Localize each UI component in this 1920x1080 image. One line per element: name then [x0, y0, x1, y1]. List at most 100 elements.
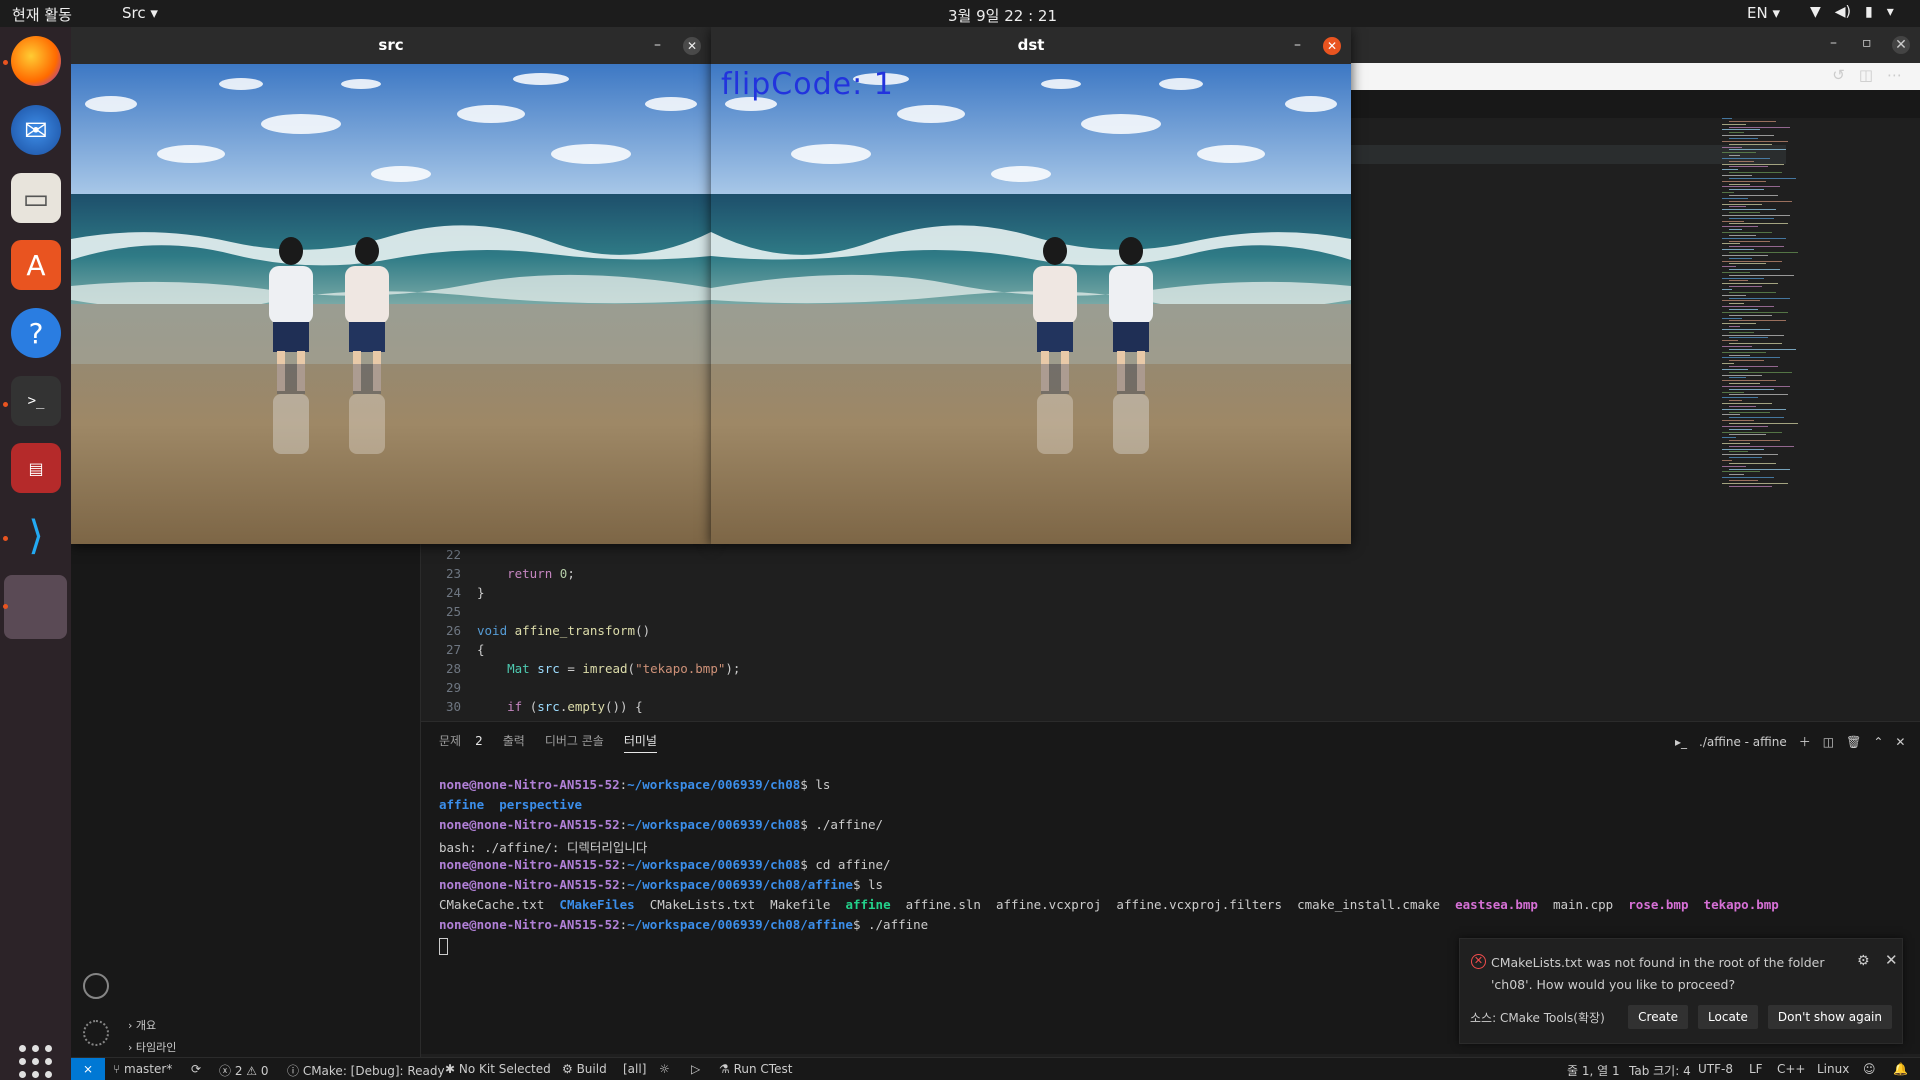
close-panel-icon[interactable]: ✕	[1895, 735, 1905, 749]
tab-output[interactable]: 출력	[503, 732, 525, 753]
feedback-icon[interactable]: ☺	[1863, 1062, 1876, 1076]
trash-icon[interactable]: 🗑	[1846, 735, 1861, 749]
minimize-icon[interactable]: –	[1830, 35, 1837, 51]
minimap-line	[1729, 177, 1796, 179]
minimap-line	[1722, 368, 1748, 370]
bell-icon[interactable]: 🔔	[1893, 1062, 1908, 1076]
close-icon[interactable]: ✕	[1892, 36, 1910, 54]
tab-debug-console[interactable]: 디버그 콘솔	[545, 732, 604, 753]
minimap-line	[1729, 462, 1776, 464]
thunderbird-icon[interactable]: ✉	[11, 105, 61, 155]
build-target[interactable]: [all]	[623, 1062, 646, 1076]
child-right-reflection	[1037, 394, 1073, 454]
terminal-icon[interactable]: >_	[11, 376, 61, 426]
problems-indicator[interactable]: ⓧ 2 ⚠ 0	[219, 1062, 269, 1079]
split-terminal-icon[interactable]: ◫	[1823, 735, 1834, 749]
build-button[interactable]: ⚙ Build	[562, 1062, 607, 1076]
sidebar-section-outline[interactable]: › 개요	[128, 1017, 156, 1033]
sync-icon[interactable]: ⟳	[191, 1062, 201, 1076]
notification-message: CMakeLists.txt was not found in the root…	[1491, 955, 1825, 992]
kit-selector[interactable]: ✱ No Kit Selected	[445, 1062, 551, 1076]
maximize-icon[interactable]: ▫	[1862, 35, 1872, 51]
minimap-line	[1722, 237, 1786, 239]
minimap-line	[1729, 291, 1776, 293]
eol[interactable]: LF	[1749, 1062, 1763, 1076]
close-icon[interactable]: ✕	[1885, 951, 1898, 969]
os-indicator[interactable]: Linux	[1817, 1062, 1849, 1076]
remote-icon[interactable]: ⨯	[71, 1058, 105, 1080]
minimap-line	[1722, 118, 1732, 119]
minimap[interactable]	[1720, 118, 1835, 498]
create-button[interactable]: Create	[1628, 1005, 1689, 1029]
files-icon[interactable]: ▭	[11, 173, 61, 223]
cloud	[897, 105, 965, 123]
cloud	[991, 166, 1051, 182]
terminal-name[interactable]: ./affine - affine	[1699, 735, 1787, 749]
minimap-line	[1729, 286, 1762, 288]
child-right-reflection	[1041, 364, 1069, 394]
terminal-line: bash: ./affine/: 디렉터리입니다	[439, 840, 648, 855]
run-ctest-button[interactable]: ⚗ Run CTest	[719, 1062, 792, 1076]
child-left-shorts	[1113, 322, 1149, 352]
minimap-line	[1722, 226, 1758, 228]
locate-button[interactable]: Locate	[1698, 1005, 1758, 1029]
system-tray[interactable]: ▼ ◀) ▮ ▾	[1810, 4, 1894, 20]
child-right-shirt	[345, 266, 389, 324]
minimize-icon[interactable]: –	[1294, 27, 1301, 64]
cursor-position[interactable]: 줄 1, 열 1	[1567, 1062, 1620, 1079]
running-indicator	[3, 604, 8, 609]
terminal-actions: ▸_ ./affine - affine ＋ ◫ 🗑 ⌃ ✕	[1675, 733, 1905, 750]
language-mode[interactable]: C++	[1777, 1062, 1806, 1076]
minimap-line	[1729, 388, 1774, 390]
more-icon[interactable]: ⋯	[1887, 66, 1902, 84]
show-apps-icon[interactable]	[19, 1045, 53, 1079]
minimap-line	[1729, 206, 1746, 208]
minimap-line	[1722, 232, 1772, 233]
clock[interactable]: 3월 9일 22 : 21	[948, 5, 1057, 26]
dont-show-again-button[interactable]: Don't show again	[1767, 1005, 1892, 1029]
tab-size[interactable]: Tab 크기: 4	[1629, 1062, 1691, 1079]
cmake-status[interactable]: ⓘ CMake: [Debug]: Ready	[287, 1062, 445, 1079]
code-line: 30 if (src.empty()) {	[445, 699, 643, 714]
help-icon[interactable]: ?	[11, 308, 61, 358]
minimap-line	[1729, 166, 1768, 168]
flipcode-overlay-text: flipCode: 1	[721, 67, 894, 102]
maximize-panel-icon[interactable]: ⌃	[1873, 735, 1883, 749]
app-center-icon[interactable]: A	[11, 240, 61, 290]
tab-problems[interactable]: 문제 2	[439, 732, 483, 753]
close-icon[interactable]: ✕	[683, 37, 701, 55]
minimap-line	[1729, 428, 1752, 430]
branch-indicator[interactable]: ⑂ master*	[113, 1062, 172, 1076]
tab-terminal[interactable]: 터미널	[623, 732, 657, 753]
firefox-icon[interactable]	[11, 36, 61, 86]
minimap-line	[1729, 331, 1754, 333]
minimize-icon[interactable]: –	[654, 27, 661, 64]
split-editor-icon[interactable]: ◫	[1859, 66, 1873, 84]
app-menu[interactable]: Src ▾	[122, 4, 158, 22]
settings-gear-icon[interactable]	[83, 1020, 109, 1046]
new-terminal-icon[interactable]: ＋	[1799, 733, 1811, 750]
minimap-line	[1729, 223, 1788, 225]
minimap-line	[1722, 385, 1790, 387]
minimap-line	[1729, 269, 1780, 271]
close-icon[interactable]: ✕	[1323, 37, 1341, 55]
vscode-icon[interactable]: ⟩	[11, 511, 61, 561]
app-icon[interactable]: ▤	[11, 443, 61, 493]
run-icon[interactable]: ▷	[691, 1062, 700, 1076]
minimap-line	[1722, 266, 1736, 268]
minimap-line	[1729, 411, 1770, 413]
minimap-line	[1729, 172, 1782, 174]
minimap-line	[1722, 380, 1776, 382]
child-right-shirt	[1033, 266, 1077, 324]
sidebar-section-timeline[interactable]: › 타임라인	[128, 1039, 176, 1055]
account-icon[interactable]	[83, 973, 109, 999]
history-icon[interactable]: ↺	[1832, 66, 1845, 84]
code-line: 28 Mat src = imread("tekapo.bmp");	[445, 661, 741, 676]
input-language[interactable]: EN ▾	[1747, 4, 1780, 22]
minimap-line	[1722, 197, 1748, 199]
debug-icon[interactable]: ☼	[659, 1062, 670, 1076]
encoding[interactable]: UTF-8	[1698, 1062, 1733, 1076]
child-left-reflection	[277, 364, 305, 394]
gear-icon[interactable]: ⚙	[1857, 953, 1870, 969]
activities-button[interactable]: 현재 활동	[12, 4, 72, 25]
